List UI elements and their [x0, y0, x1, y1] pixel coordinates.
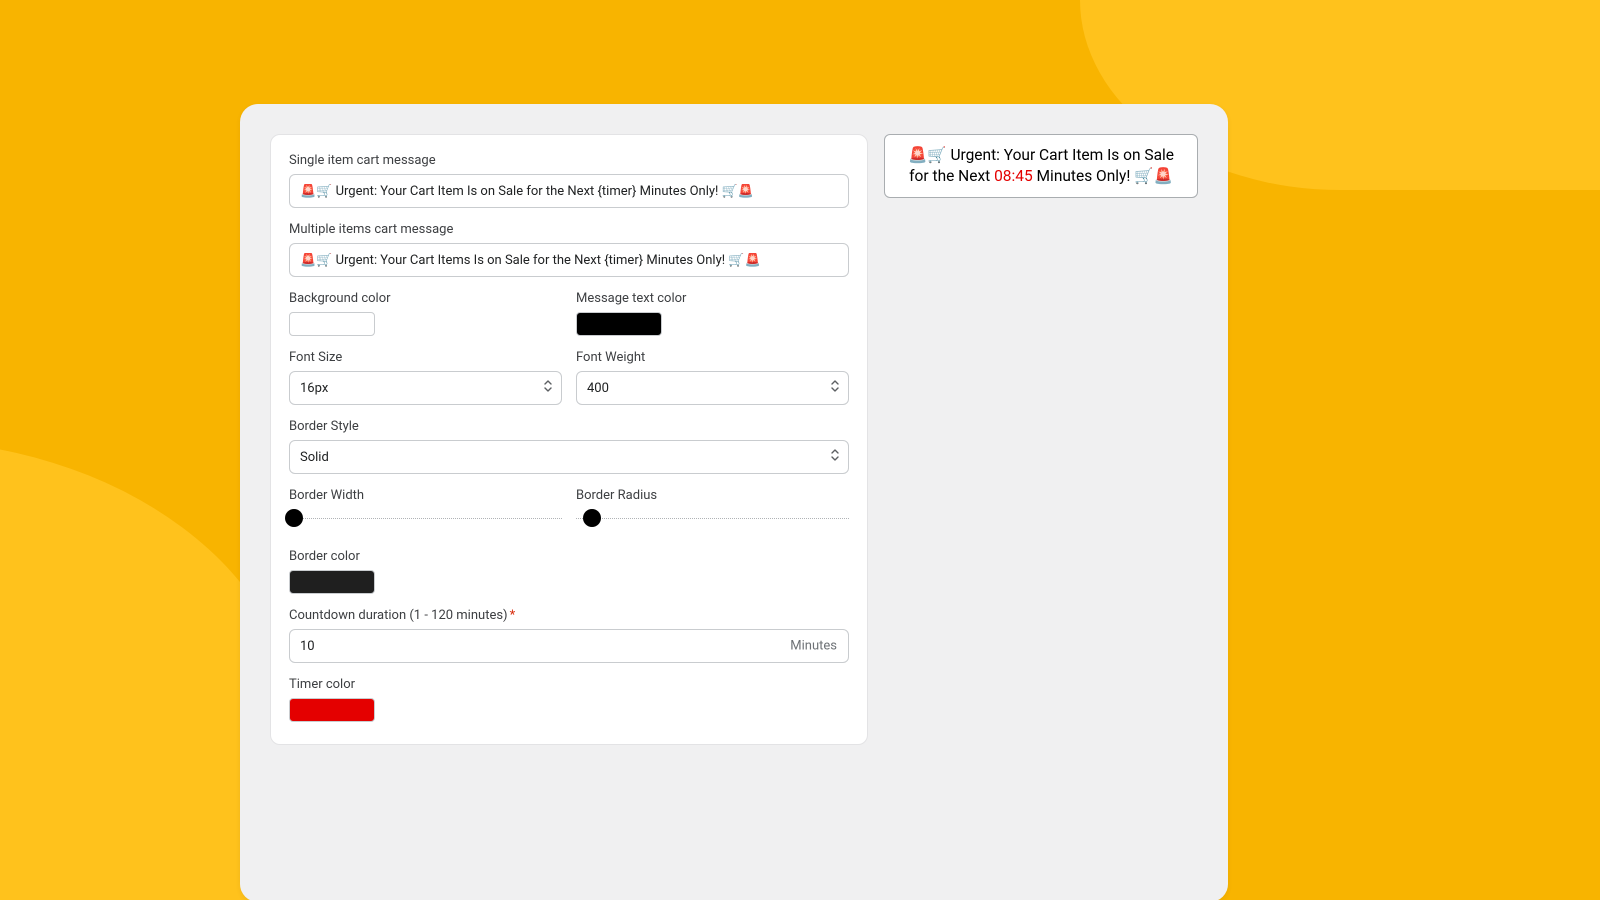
- border-width-label: Border Width: [289, 488, 562, 503]
- field-border-style: Border Style: [289, 419, 849, 474]
- single-message-label: Single item cart message: [289, 153, 849, 168]
- border-width-slider[interactable]: [289, 509, 562, 527]
- field-text-color: Message text color: [576, 291, 849, 336]
- countdown-label-text: Countdown duration (1 - 120 minutes): [289, 608, 508, 623]
- field-border-radius: Border Radius: [576, 488, 849, 527]
- countdown-label: Countdown duration (1 - 120 minutes)*: [289, 608, 849, 623]
- preview-column: 🚨🛒 Urgent: Your Cart Item Is on Sale for…: [884, 134, 1198, 872]
- border-color-label: Border color: [289, 549, 849, 564]
- field-border-color: Border color: [289, 549, 849, 594]
- font-size-label: Font Size: [289, 350, 562, 365]
- timer-color-swatch[interactable]: [289, 698, 375, 722]
- field-multi-message: Multiple items cart message: [289, 222, 849, 277]
- bg-color-swatch[interactable]: [289, 312, 375, 336]
- multi-message-label: Multiple items cart message: [289, 222, 849, 237]
- form-card: Single item cart message Multiple items …: [270, 134, 868, 745]
- field-font-weight: Font Weight: [576, 350, 849, 405]
- border-style-select[interactable]: [289, 440, 849, 474]
- field-bg-color: Background color: [289, 291, 562, 336]
- border-radius-label: Border Radius: [576, 488, 849, 503]
- field-timer-color: Timer color: [289, 677, 849, 722]
- required-asterisk: *: [510, 608, 516, 623]
- field-font-size: Font Size: [289, 350, 562, 405]
- slider-track-line: [576, 518, 849, 519]
- slider-thumb[interactable]: [583, 509, 601, 527]
- countdown-suffix: Minutes: [790, 639, 837, 654]
- single-message-input[interactable]: [289, 174, 849, 208]
- border-radius-slider[interactable]: [576, 509, 849, 527]
- timer-color-label: Timer color: [289, 677, 849, 692]
- preview-suffix: Minutes Only! 🛒🚨: [1033, 167, 1173, 185]
- slider-thumb[interactable]: [285, 509, 303, 527]
- slider-track-line: [289, 518, 562, 519]
- preview-timer: 08:45: [994, 167, 1033, 185]
- preview-banner: 🚨🛒 Urgent: Your Cart Item Is on Sale for…: [884, 134, 1198, 198]
- font-size-select[interactable]: [289, 371, 562, 405]
- field-countdown: Countdown duration (1 - 120 minutes)* Mi…: [289, 608, 849, 663]
- border-style-label: Border Style: [289, 419, 849, 434]
- font-weight-label: Font Weight: [576, 350, 849, 365]
- multi-message-input[interactable]: [289, 243, 849, 277]
- settings-panel: Single item cart message Multiple items …: [240, 104, 1228, 900]
- countdown-input[interactable]: [289, 629, 849, 663]
- bg-color-label: Background color: [289, 291, 562, 306]
- text-color-label: Message text color: [576, 291, 849, 306]
- field-border-width: Border Width: [289, 488, 562, 527]
- text-color-swatch[interactable]: [576, 312, 662, 336]
- font-weight-select[interactable]: [576, 371, 849, 405]
- border-color-swatch[interactable]: [289, 570, 375, 594]
- field-single-message: Single item cart message: [289, 153, 849, 208]
